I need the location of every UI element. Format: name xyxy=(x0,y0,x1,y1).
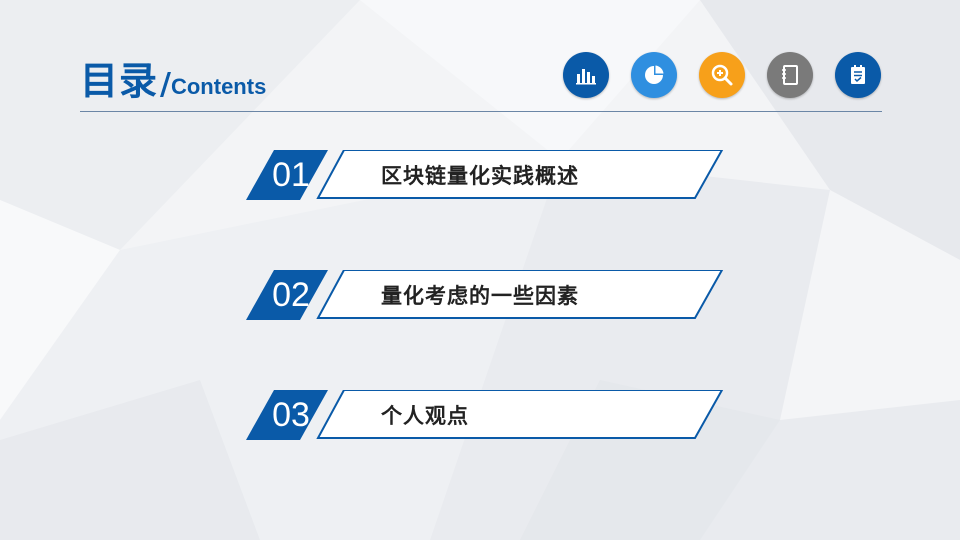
toc-item-1-label: 区块链量化实践概述 xyxy=(381,164,579,188)
page-title: 目录 / Contents xyxy=(80,50,267,103)
toc-item-3-label: 个人观点 xyxy=(381,404,469,428)
toc-item-1[interactable]: 01 区块链量化实践概述 xyxy=(246,150,724,200)
notebook-icon xyxy=(767,52,813,98)
title-slash: / xyxy=(160,67,171,102)
header-divider xyxy=(80,111,882,112)
bar-chart-icon xyxy=(563,52,609,98)
checklist-icon xyxy=(835,52,881,98)
magnify-plus-icon xyxy=(699,52,745,98)
pie-chart-icon xyxy=(631,52,677,98)
slide: 目录 / Contents 01 区块链量化实践概述 02 量化考虑的一些因素 … xyxy=(0,0,960,540)
icon-row xyxy=(563,52,881,98)
toc-item-2-number: 02 xyxy=(272,275,310,314)
title-main: 目录 xyxy=(80,59,159,103)
toc-item-1-number: 01 xyxy=(272,155,310,194)
toc-item-3-number: 03 xyxy=(272,395,310,434)
toc-item-2-label: 量化考虑的一些因素 xyxy=(381,284,579,308)
toc-item-2[interactable]: 02 量化考虑的一些因素 xyxy=(246,270,724,320)
toc-item-3[interactable]: 03 个人观点 xyxy=(246,390,724,440)
title-subtitle: Contents xyxy=(170,74,267,99)
